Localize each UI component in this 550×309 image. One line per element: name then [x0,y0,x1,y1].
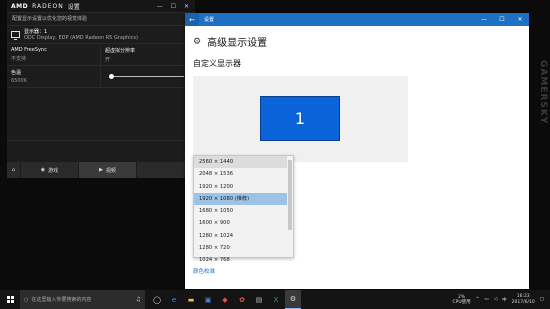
amd-display-selector[interactable]: 显示器：1 ODC Display, EDP (AMD Radeon R5 Gr… [7,26,195,44]
game-icon[interactable]: ✿ [234,290,250,309]
maximize-icon[interactable]: ☐ [171,3,176,10]
nav-video[interactable]: ▶ 视频 [79,162,137,178]
freesync-setting[interactable]: AMD FreeSync 不支持 [7,44,101,65]
watermark: GAMERSKY [538,60,548,125]
amd-window-controls: — ☐ ✕ [157,3,195,10]
resolution-option[interactable]: 1280 × 720 [194,242,293,254]
search-icon: ○ [24,296,29,303]
back-button[interactable]: ← [185,13,199,26]
amd-titlebar: AMD RADEON 设置 — ☐ ✕ [7,0,195,13]
clock[interactable]: 16:23 2017/6/10 [512,294,535,305]
media-icon[interactable]: ▤ [251,290,267,309]
edge-icon[interactable]: e [166,290,182,309]
notifications-icon[interactable]: ▢ [540,297,544,302]
task-view-icon[interactable]: ◯ [149,290,165,309]
cpu-meter[interactable]: 2% CPU使用 [452,295,470,305]
close-icon[interactable]: ✕ [511,16,529,23]
system-tray: 2% CPU使用 ^ ▭ ◁ 中 16:23 2017/6/10 ▢ [452,294,550,305]
store-icon[interactable]: ▣ [200,290,216,309]
amd-product-name: RADEON [32,2,64,10]
display-preview: 1 [193,76,408,162]
file-explorer-icon[interactable]: ▬ [183,290,199,309]
photos-icon[interactable]: ◆ [217,290,233,309]
monitor-icon [11,31,20,40]
settings-window: ← 设置 — ☐ ✕ ⚙ 高级显示设置 自定义显示器 1 2560 × 1440… [185,13,529,289]
taskbar: ○ 在这里输入你要搜索的内容 ♫ ◯ e ▬ ▣ ◆ ✿ ▤ X ⚙ 2% CP… [0,290,550,309]
maximize-icon[interactable]: ☐ [493,16,511,23]
scroll-thumb[interactable] [288,160,292,230]
microphone-icon[interactable]: ♫ [136,296,141,303]
excel-icon[interactable]: X [268,290,284,309]
play-icon: ▶ [99,167,103,173]
resolution-option[interactable]: 1600 × 900 [194,217,293,229]
color-calibration-link[interactable]: 颜色校准 [193,267,215,275]
search-placeholder: 在这里输入你要搜索的内容 [31,297,92,303]
resolution-list: 2560 × 1440 2048 × 1536 1920 × 1200 1920 × … [194,156,293,267]
vsr-value: 开 [105,57,111,63]
ime-icon[interactable]: 中 [502,297,507,303]
color-temp-slider[interactable] [101,66,195,87]
color-temp-setting[interactable]: 色温 6500K [7,66,101,87]
windows-logo-icon [6,296,14,303]
settings-titlebar: ← 设置 — ☐ ✕ [185,13,529,26]
nav-home[interactable]: ⌂ [7,162,21,178]
back-arrow-icon: ← [189,15,195,24]
cpu-label: CPU使用 [452,299,471,305]
amd-empty-area [7,88,195,141]
desktop: GAMERSKY AMD RADEON 设置 — ☐ ✕ 配置显示设置以优化您的… [0,0,550,290]
display-description: ODC Display, EDP (AMD Radeon R5 Graphics… [24,35,138,41]
slider-track[interactable] [109,74,184,79]
display-name: 显示器：1 [24,29,48,35]
page-title: 高级显示设置 [207,38,268,49]
freesync-label: AMD FreeSync [11,47,47,53]
amd-settings-row-temp: 色温 6500K [7,66,195,88]
resolution-option[interactable]: 1280 × 1024 [194,230,293,242]
gear-icon: ⚙ [193,36,202,47]
resolution-option[interactable]: 1024 × 768 [194,254,293,266]
network-icon[interactable]: ▭ [484,297,488,302]
slider-knob[interactable] [109,74,114,79]
taskbar-apps: ◯ e ▬ ▣ ◆ ✿ ▤ X ⚙ [149,290,301,309]
amd-logo: AMD [11,2,29,10]
resolution-option[interactable]: 1920 × 1200 [194,181,293,193]
gamepad-icon: ◉ [40,167,46,173]
amd-subtitle: 配置显示设置以优化您的视觉体验 [7,13,195,26]
chevron-up-icon[interactable]: ^ [476,297,480,302]
window-title: 设置 [204,17,215,23]
resolution-option[interactable]: 1920 × 1080 (推荐) [194,192,287,206]
page-header: ⚙ 高级显示设置 [193,34,268,50]
volume-icon[interactable]: ◁ [494,297,497,302]
settings-taskbar-icon[interactable]: ⚙ [285,290,301,309]
minimize-icon[interactable]: — [475,16,493,23]
vsr-setting[interactable]: 超虚拟分辨率 开 [101,44,195,65]
resolution-option[interactable]: 2048 × 1536 [194,168,293,180]
start-button[interactable] [0,290,20,309]
vsr-label: 超虚拟分辨率 [105,48,136,54]
amd-section-name: 设置 [67,3,80,11]
amd-radeon-settings-panel: AMD RADEON 设置 — ☐ ✕ 配置显示设置以优化您的视觉体验 显示器：… [7,0,195,178]
scrollbar[interactable] [288,158,292,252]
resolution-dropdown[interactable]: 2560 × 1440 2048 × 1536 1920 × 1200 1920 × … [193,155,294,263]
amd-bottom-nav: ⌂ ◉ 游戏 ▶ 视频 [7,162,195,178]
close-icon[interactable]: ✕ [184,3,189,10]
resolution-option[interactable]: 1680 × 1050 [194,205,293,217]
nav-video-label: 视频 [105,167,116,174]
clock-date: 2017/6/10 [511,299,535,305]
monitor-tile[interactable]: 1 [260,96,340,141]
window-controls: — ☐ ✕ [475,16,529,23]
nav-games[interactable]: ◉ 游戏 [21,162,79,178]
color-temp-label: 色温 [11,70,22,76]
search-box[interactable]: ○ 在这里输入你要搜索的内容 ♫ [20,290,145,309]
home-icon: ⌂ [11,167,16,173]
minimize-icon[interactable]: — [157,3,163,10]
freesync-value: 不支持 [11,56,27,62]
nav-games-label: 游戏 [48,167,59,174]
amd-settings-row: AMD FreeSync 不支持 超虚拟分辨率 开 [7,44,195,66]
resolution-option[interactable]: 2560 × 1440 [194,156,287,169]
section-title: 自定义显示器 [193,59,241,68]
color-temp-value: 6500K [11,78,28,84]
